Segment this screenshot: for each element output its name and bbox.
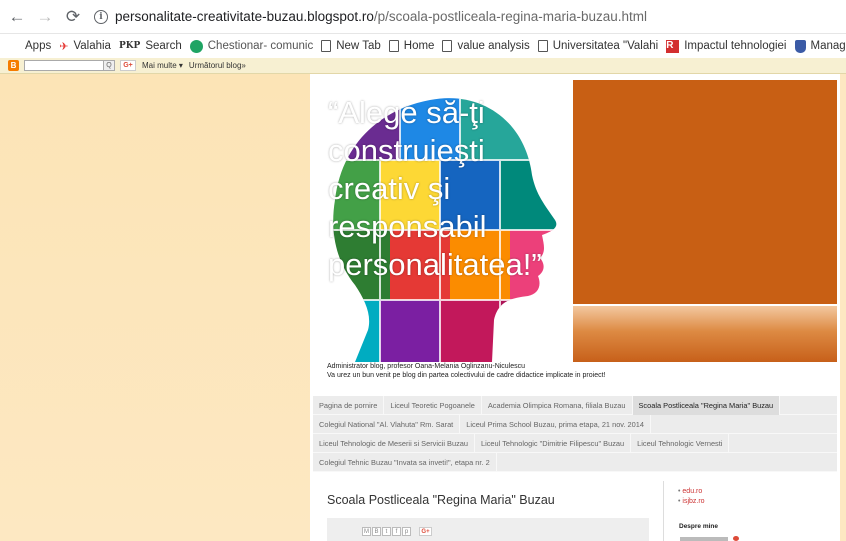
bookmark-label: Home [403, 40, 435, 52]
apps-grid-icon [8, 40, 20, 52]
url-field[interactable]: personalitate-creativitate-buzau.blogspo… [115, 9, 647, 24]
gplus-button[interactable]: G+ [120, 60, 136, 71]
header-quote: “Alege să-ţi construieşti creativ şi res… [328, 95, 542, 282]
forward-button[interactable]: → [34, 6, 56, 28]
header-gradient-block [573, 306, 837, 362]
page-icon [442, 40, 453, 52]
sidebar-link-isjbz[interactable]: isjbz.ro [678, 497, 704, 507]
bookmark-label: New Tab [336, 40, 381, 52]
bookmarks-bar: Apps ✈ Valahia PKP Search Chestionar- co… [0, 34, 846, 58]
tab-liceul-vernesti[interactable]: Liceul Tehnologic Vernesti [631, 433, 730, 453]
tab-liceul-pogoanele[interactable]: Liceul Teoretic Pogoanele [384, 395, 482, 415]
bookmark-universitatea[interactable]: Universitatea "Valahi [537, 40, 659, 52]
back-button[interactable]: ← [6, 6, 28, 28]
facebook-share-icon[interactable]: f [392, 527, 401, 536]
site-info-icon[interactable]: i [94, 9, 108, 24]
profile-name[interactable] [733, 536, 773, 541]
tab-liceul-prima-school[interactable]: Liceul Prima School Buzau, prima etapa, … [460, 414, 652, 434]
post-title: Scoala Postliceala "Regina Maria" Buzau [327, 493, 555, 507]
reload-button[interactable]: ⟳ [62, 6, 84, 28]
navbar-search-button[interactable]: Q [103, 60, 115, 71]
sidebar-divider [663, 481, 664, 541]
url-path: /p/scoala-postliceala-regina-maria-buzau… [373, 9, 648, 24]
share-buttons: M B t f p [362, 527, 411, 536]
gplus-share-button[interactable]: G+ [419, 527, 432, 536]
profile-photo[interactable] [680, 537, 728, 541]
address-bar: ← → ⟳ i personalitate-creativitate-buzau… [0, 0, 846, 34]
header-orange-block [573, 80, 837, 304]
tab-scoala-postliceala[interactable]: Scoala Postliceala "Regina Maria" Buzau [632, 395, 781, 415]
tab-row: Liceul Tehnologic de Meserii si Servicii… [313, 433, 837, 453]
admin-description: Administrator blog, profesor Oana-Melani… [327, 362, 605, 380]
bookmark-label: Manager [810, 40, 846, 52]
page-icon [321, 40, 332, 52]
bookmark-label: Search [145, 40, 182, 52]
tab-academia-olimpica[interactable]: Academia Olimpica Romana, filiala Buzau [482, 395, 633, 415]
email-share-icon[interactable]: M [362, 527, 371, 536]
bookmark-impactul[interactable]: R Impactul tehnologiei [666, 39, 787, 53]
blog-header: “Alege să-ţi construieşti creativ şi res… [310, 80, 837, 362]
bookmark-new-tab[interactable]: New Tab [321, 40, 381, 52]
shield-icon [794, 39, 806, 53]
twitter-share-icon[interactable]: t [382, 527, 391, 536]
tab-liceul-meserii[interactable]: Liceul Tehnologic de Meserii si Servicii… [313, 433, 475, 453]
blog-share-icon[interactable]: B [372, 527, 381, 536]
bookmark-label: Apps [25, 40, 52, 52]
page-tabs: Pagina de pornire Liceul Teoretic Pogoan… [313, 395, 837, 472]
reload-icon: ⟳ [65, 6, 81, 26]
bookmark-home[interactable]: Home [388, 40, 435, 52]
r-icon: R [666, 39, 680, 53]
tab-row: Pagina de pornire Liceul Teoretic Pogoan… [313, 395, 837, 415]
pinterest-share-icon[interactable]: p [402, 527, 411, 536]
bookmark-label: Chestionar- comunic [207, 40, 314, 52]
about-me-heading: Despre mine [679, 523, 719, 530]
bookmark-manager[interactable]: Manager [794, 39, 846, 53]
bookmark-apps[interactable]: Apps [8, 40, 51, 52]
tab-row: Colegiul National "Al. Vlahuta" Rm. Sara… [313, 414, 837, 434]
bookmark-search[interactable]: PKP Search [119, 40, 182, 52]
tab-pagina-de-pornire[interactable]: Pagina de pornire [313, 395, 385, 415]
sidebar-links: edu.ro isjbz.ro [678, 487, 705, 507]
gplus-profile-icon [733, 536, 739, 541]
navbar-search-input[interactable] [24, 60, 104, 71]
bookmark-label: value analysis [457, 40, 530, 52]
bookmark-label: Universitatea "Valahi [552, 40, 659, 52]
blogger-navbar: B Q G+ Mai multe ▾ Următorul blog» [0, 58, 846, 74]
tab-row: Colegiul Tehnic Buzau "Invata sa inveti!… [313, 452, 837, 472]
next-blog-link[interactable]: Următorul blog» [189, 61, 246, 70]
admin-line-2: Va urez un bun venit pe blog din partea … [327, 372, 606, 379]
url-host: personalitate-creativitate-buzau.blogspo… [115, 9, 374, 24]
page-icon [388, 40, 399, 52]
page-icon [537, 40, 548, 52]
bookmark-valahia[interactable]: ✈ Valahia [59, 40, 111, 53]
more-menu[interactable]: Mai multe ▾ [142, 61, 183, 70]
green-circle-icon [189, 39, 203, 53]
admin-line-1: Administrator blog, profesor Oana-Melani… [327, 363, 526, 370]
page-background-right [840, 74, 846, 541]
bookmark-value-analysis[interactable]: value analysis [442, 40, 530, 52]
blogger-logo-icon[interactable]: B [8, 60, 19, 71]
bookmark-label: Impactul tehnologiei [684, 40, 787, 52]
tab-colegiul-tehnic[interactable]: Colegiul Tehnic Buzau "Invata sa inveti!… [313, 452, 497, 472]
header-image: “Alege să-ţi construieşti creativ şi res… [310, 80, 572, 362]
pkp-icon: PKP [118, 41, 141, 51]
sidebar-link-edu[interactable]: edu.ro [678, 487, 705, 497]
pin-icon: ✈ [59, 40, 69, 53]
bookmark-chestionar[interactable]: Chestionar- comunic [189, 39, 314, 53]
bookmark-label: Valahia [73, 40, 111, 52]
tab-liceul-filipescu[interactable]: Liceul Tehnologic "Dimitrie Filipescu" B… [475, 433, 632, 453]
tab-colegiul-vlahuta[interactable]: Colegiul National "Al. Vlahuta" Rm. Sara… [313, 414, 461, 434]
